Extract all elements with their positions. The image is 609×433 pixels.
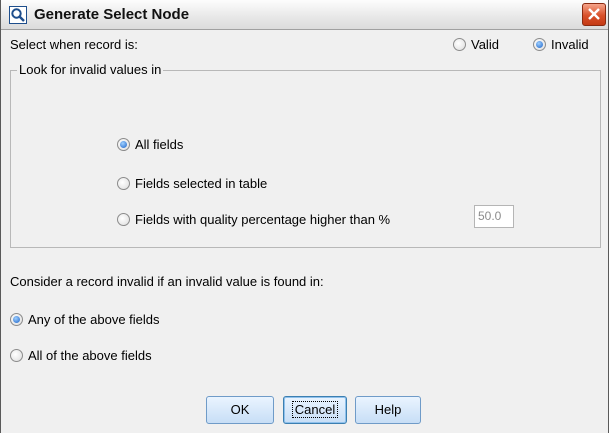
radio-fields-quality[interactable]: Fields with quality percentage higher th…: [117, 211, 390, 227]
radio-all-above-fields-button[interactable]: [10, 349, 23, 363]
radio-fields-selected-button[interactable]: [117, 177, 130, 191]
radio-all-fields[interactable]: All fields: [117, 136, 183, 152]
close-button[interactable]: [582, 3, 606, 26]
radio-fields-quality-label: Fields with quality percentage higher th…: [135, 212, 391, 228]
cancel-button[interactable]: Cancel: [283, 396, 347, 424]
radio-any-fields-button[interactable]: [10, 313, 23, 327]
radio-valid-label: Valid: [471, 37, 499, 53]
dialog-title: Generate Select Node: [34, 6, 190, 23]
consider-label: Consider a record invalid if an invalid …: [10, 274, 324, 289]
radio-valid[interactable]: Valid: [453, 36, 499, 52]
radio-any-fields-label: Any of the above fields: [28, 312, 160, 328]
radio-fields-quality-button[interactable]: [117, 213, 130, 227]
select-when-label: Select when record is:: [10, 37, 138, 52]
radio-invalid-button[interactable]: [533, 38, 546, 52]
radio-invalid[interactable]: Invalid: [533, 36, 589, 52]
title-bar[interactable]: Generate Select Node: [1, 0, 608, 30]
help-button[interactable]: Help: [355, 396, 421, 424]
radio-any-fields[interactable]: Any of the above fields: [10, 311, 160, 327]
radio-all-above-fields[interactable]: All of the above fields: [10, 347, 152, 363]
close-icon: [588, 8, 600, 20]
radio-all-fields-label: All fields: [135, 137, 184, 153]
magnifier-icon: [9, 6, 27, 24]
cancel-button-label: Cancel: [291, 401, 339, 418]
radio-all-fields-button[interactable]: [117, 138, 130, 152]
quality-percentage-input[interactable]: 50.0: [474, 205, 514, 228]
radio-valid-button[interactable]: [453, 38, 466, 52]
radio-invalid-label: Invalid: [551, 37, 589, 53]
radio-fields-selected[interactable]: Fields selected in table: [117, 175, 267, 191]
radio-all-above-fields-label: All of the above fields: [28, 348, 152, 364]
radio-fields-selected-label: Fields selected in table: [135, 176, 268, 192]
ok-button[interactable]: OK: [206, 396, 274, 424]
generate-select-node-dialog: Generate Select Node Select when record …: [0, 0, 609, 433]
look-for-legend: Look for invalid values in: [17, 62, 164, 77]
